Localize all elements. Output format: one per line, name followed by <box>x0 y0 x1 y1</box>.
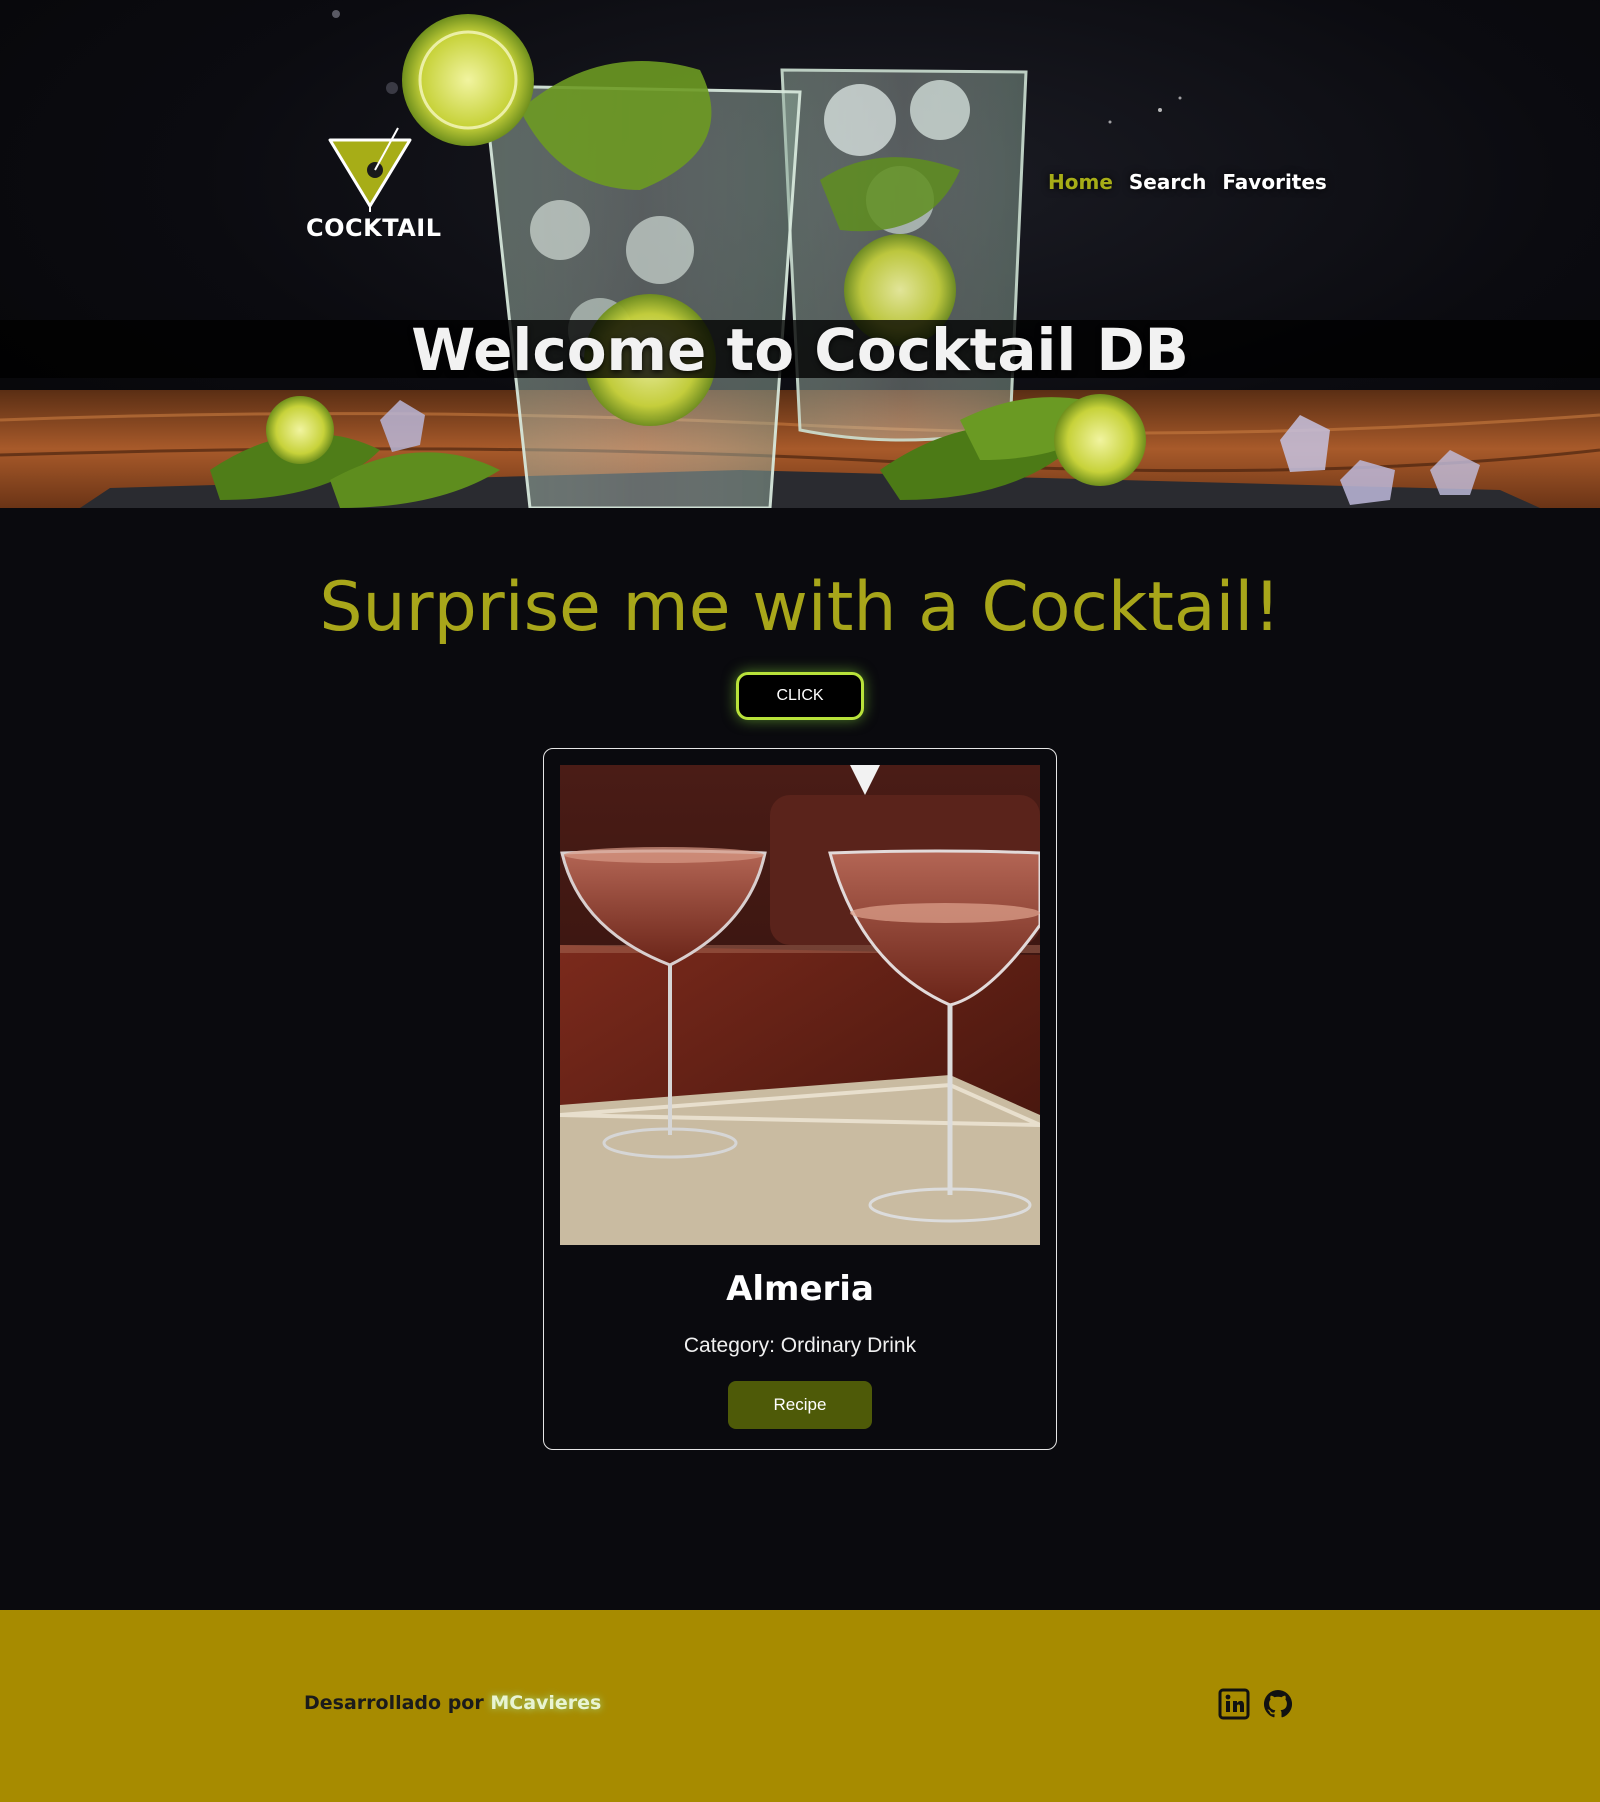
main-nav: Home Search Favorites <box>1048 170 1327 194</box>
github-icon[interactable] <box>1262 1688 1294 1720</box>
surprise-title: Surprise me with a Cocktail! <box>319 568 1281 647</box>
nav-link-favorites[interactable]: Favorites <box>1222 170 1327 194</box>
recipe-button[interactable]: Recipe <box>728 1381 872 1429</box>
hero-background-image <box>0 10 1600 508</box>
surprise-click-button[interactable]: CLICK <box>736 672 864 720</box>
footer-author-link[interactable]: MCavieres <box>490 1692 601 1714</box>
nav-link-home[interactable]: Home <box>1048 170 1113 194</box>
footer: Desarrollado por MCavieres <box>0 1610 1600 1802</box>
logo-text[interactable]: COCKTAIL <box>306 214 442 242</box>
linkedin-icon[interactable] <box>1218 1688 1250 1720</box>
cocktail-card: Almeria Category: Ordinary Drink Recipe <box>543 748 1057 1450</box>
cocktail-image <box>560 765 1040 1245</box>
nav-link-search[interactable]: Search <box>1129 170 1206 194</box>
footer-credit-prefix: Desarrollado por <box>304 1692 491 1714</box>
hero-header: COCKTAIL Home Search Favorites Welcome t… <box>0 0 1600 508</box>
footer-credit: Desarrollado por MCavieres <box>304 1692 601 1714</box>
cocktail-name: Almeria <box>726 1269 874 1309</box>
cocktail-category: Category: Ordinary Drink <box>683 1334 917 1357</box>
welcome-title: Welcome to Cocktail DB <box>411 316 1189 384</box>
